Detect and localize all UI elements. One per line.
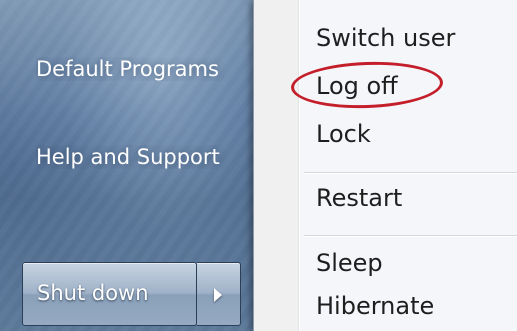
menu-item-sleep[interactable]: Sleep: [316, 249, 383, 277]
menu-icon-gutter: [254, 0, 300, 331]
start-menu-right-column: Default Programs Help and Support Shut d…: [0, 0, 270, 331]
shutdown-button-label: Shut down: [37, 281, 149, 305]
shutdown-options-button[interactable]: [197, 262, 241, 326]
menu-separator: [304, 172, 517, 174]
start-menu-item-default-programs[interactable]: Default Programs: [36, 57, 258, 81]
menu-item-restart[interactable]: Restart: [316, 184, 402, 212]
menu-item-lock[interactable]: Lock: [316, 120, 371, 148]
chevron-right-icon: [214, 288, 222, 302]
start-menu-item-help-and-support[interactable]: Help and Support: [36, 145, 258, 169]
menu-item-switch-user[interactable]: Switch user: [316, 24, 455, 52]
shutdown-options-menu: Switch user Log off Lock Restart Sleep H…: [253, 0, 517, 331]
log-off-highlight-circle: [290, 59, 444, 111]
menu-separator: [304, 235, 517, 237]
menu-item-hibernate[interactable]: Hibernate: [316, 292, 434, 320]
shutdown-button[interactable]: Shut down: [22, 262, 197, 326]
